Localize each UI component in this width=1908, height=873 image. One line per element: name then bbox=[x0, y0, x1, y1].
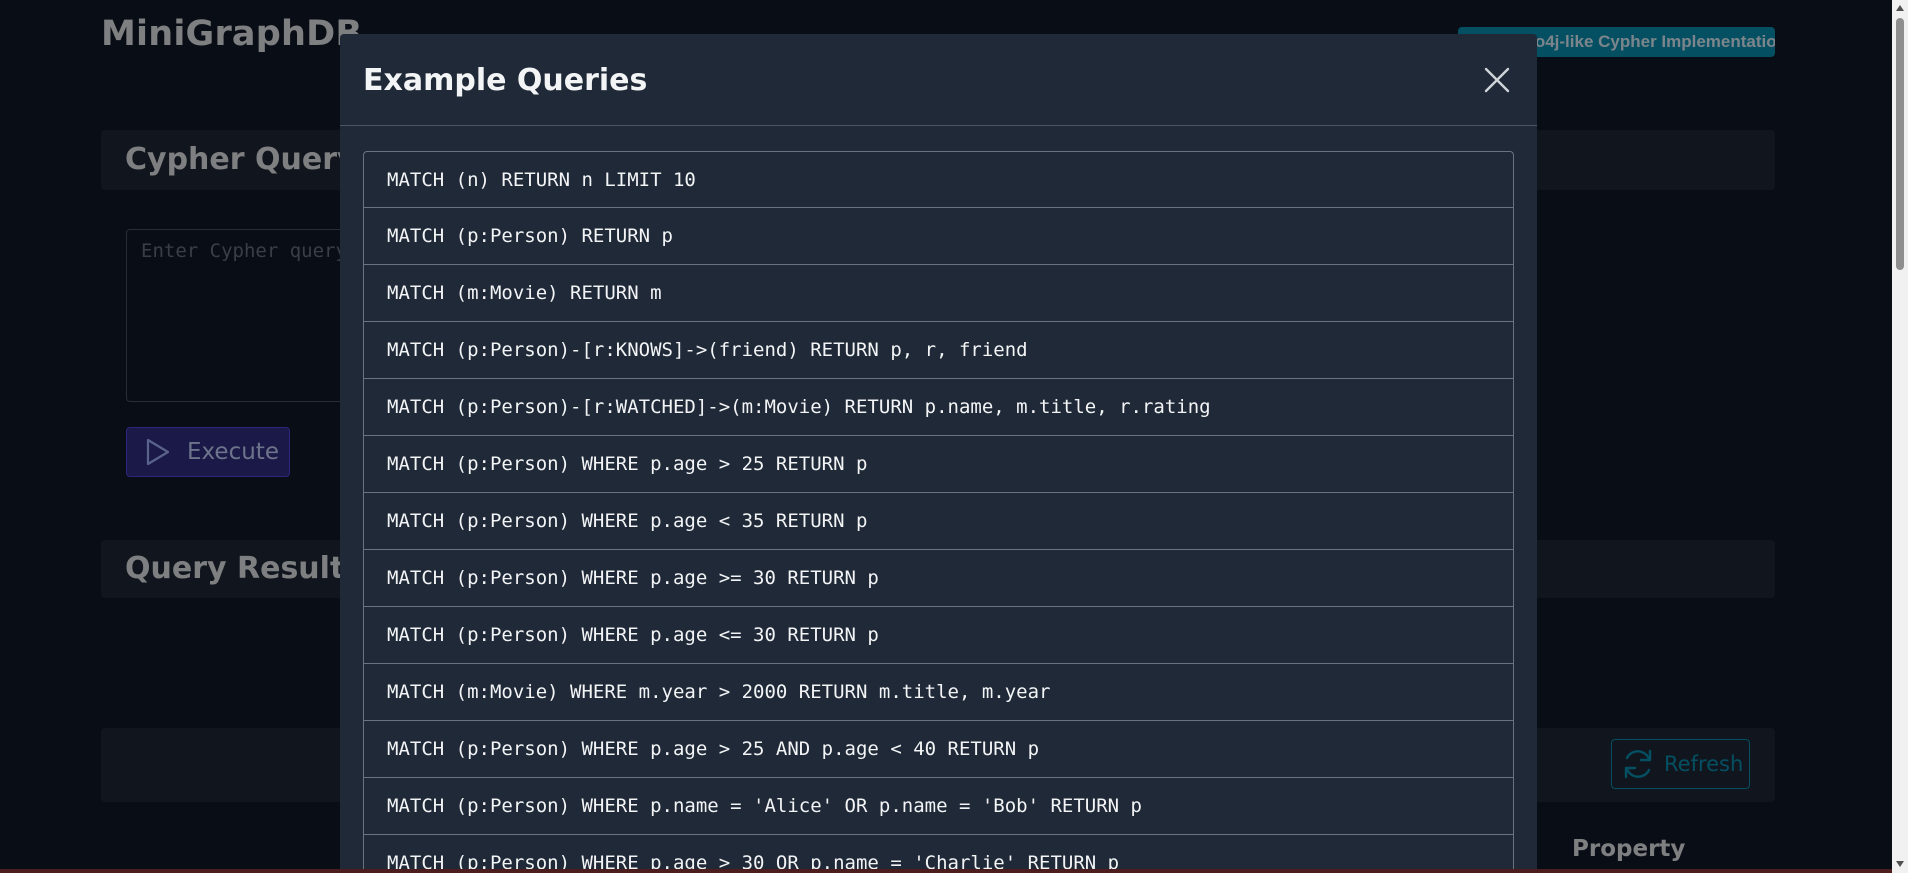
example-query-item[interactable]: MATCH (n) RETURN n LIMIT 10 bbox=[363, 151, 1514, 208]
example-query-item[interactable]: MATCH (p:Person) WHERE p.age < 35 RETURN… bbox=[363, 493, 1514, 550]
example-query-item[interactable]: MATCH (p:Person) RETURN p bbox=[363, 208, 1514, 265]
example-query-item[interactable]: MATCH (p:Person)-[r:KNOWS]->(friend) RET… bbox=[363, 322, 1514, 379]
example-query-item[interactable]: MATCH (p:Person) WHERE p.name = 'Alice' … bbox=[363, 778, 1514, 835]
example-query-list: MATCH (n) RETURN n LIMIT 10 MATCH (p:Per… bbox=[363, 151, 1514, 873]
example-query-item[interactable]: MATCH (p:Person) WHERE p.age > 30 OR p.n… bbox=[363, 835, 1514, 873]
close-button[interactable] bbox=[1478, 61, 1516, 99]
example-query-item[interactable]: MATCH (p:Person) WHERE p.age <= 30 RETUR… bbox=[363, 607, 1514, 664]
scrollbar-thumb[interactable] bbox=[1896, 18, 1904, 270]
modal-header: Example Queries bbox=[340, 34, 1537, 126]
example-query-item[interactable]: MATCH (m:Movie) WHERE m.year > 2000 RETU… bbox=[363, 664, 1514, 721]
page-scrollbar[interactable] bbox=[1892, 0, 1908, 873]
example-query-item[interactable]: MATCH (p:Person) WHERE p.age > 25 RETURN… bbox=[363, 436, 1514, 493]
example-query-item[interactable]: MATCH (p:Person)-[r:WATCHED]->(m:Movie) … bbox=[363, 379, 1514, 436]
close-icon bbox=[1484, 67, 1510, 93]
modal-title: Example Queries bbox=[363, 63, 648, 98]
example-query-item[interactable]: MATCH (p:Person) WHERE p.age >= 30 RETUR… bbox=[363, 550, 1514, 607]
example-query-item[interactable]: MATCH (m:Movie) RETURN m bbox=[363, 265, 1514, 322]
scroll-up-arrow-icon[interactable] bbox=[1896, 5, 1904, 11]
scroll-down-arrow-icon[interactable] bbox=[1896, 861, 1904, 867]
example-query-item[interactable]: MATCH (p:Person) WHERE p.age > 25 AND p.… bbox=[363, 721, 1514, 778]
bottom-edge-strip bbox=[0, 869, 1892, 873]
example-queries-modal: Example Queries MATCH (n) RETURN n LIMIT… bbox=[340, 34, 1537, 873]
